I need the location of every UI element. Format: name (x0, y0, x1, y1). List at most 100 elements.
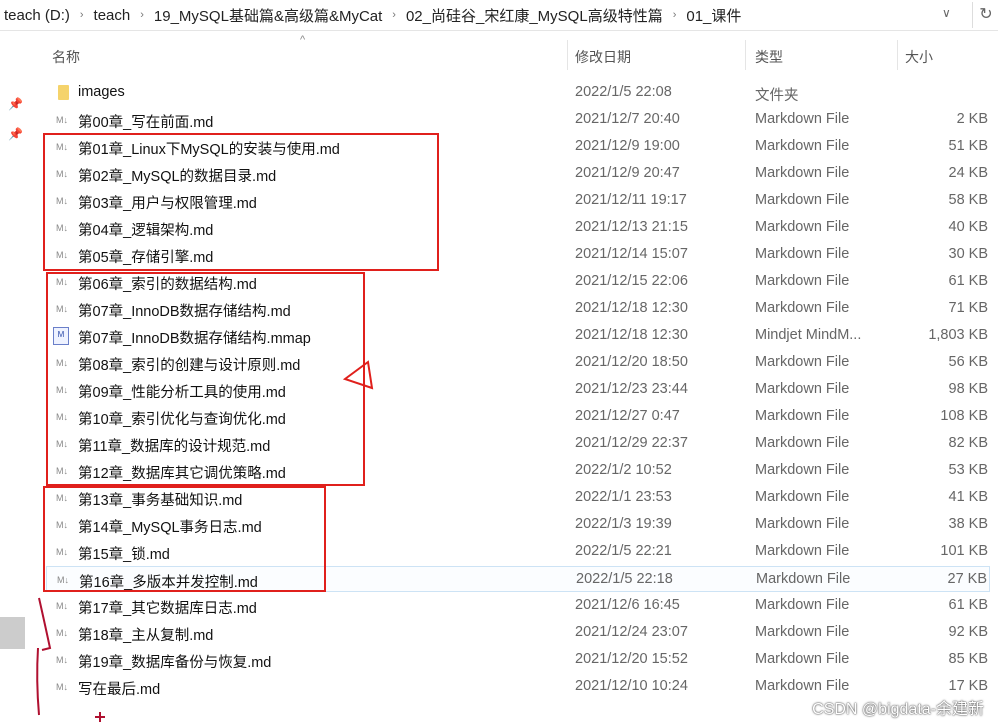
column-type[interactable]: 类型 (755, 47, 783, 67)
markdown-icon: M↓ (56, 358, 68, 368)
markdown-icon: M↓ (56, 115, 68, 125)
file-date: 2021/12/9 20:47 (575, 165, 680, 181)
file-size: 92 KB (948, 624, 989, 640)
file-type: Markdown File (755, 516, 850, 532)
file-row[interactable]: M↓ 第18章_主从复制.md 2021/12/24 23:07 Markdow… (46, 620, 990, 646)
breadcrumb-separator-icon[interactable]: › (667, 9, 683, 21)
file-size: 17 KB (948, 678, 989, 694)
markdown-icon: M↓ (56, 493, 68, 503)
file-name: 第11章_数据库的设计规范.md (78, 439, 271, 455)
file-date: 2021/12/11 19:17 (575, 192, 687, 208)
file-name: 第12章_数据库其它调优策略.md (78, 466, 286, 482)
breadcrumb-item[interactable]: teach (90, 7, 135, 24)
file-row[interactable]: M↓ 第10章_索引优化与查询优化.md 2021/12/27 0:47 Mar… (46, 404, 990, 430)
file-row[interactable]: M↓ 第14章_MySQL事务日志.md 2022/1/3 19:39 Mark… (46, 512, 990, 538)
file-row[interactable]: M↓ 第12章_数据库其它调优策略.md 2022/1/2 10:52 Mark… (46, 458, 990, 484)
breadcrumb-item[interactable]: 02_尚硅谷_宋红康_MySQL高级特性篇 (402, 5, 667, 26)
breadcrumb-item[interactable]: 01_课件 (682, 5, 745, 26)
file-type: Markdown File (755, 597, 850, 613)
markdown-icon: M↓ (56, 277, 68, 287)
file-name: 第09章_性能分析工具的使用.md (78, 385, 286, 401)
file-type: Markdown File (755, 489, 850, 505)
file-date: 2021/12/18 12:30 (575, 300, 688, 316)
file-type: Markdown File (755, 408, 850, 424)
chevron-down-icon[interactable]: ∨ (942, 6, 951, 20)
file-row[interactable]: M 第07章_InnoDB数据存储结构.mmap 2021/12/18 12:3… (46, 323, 990, 349)
file-date: 2021/12/15 22:06 (575, 273, 688, 289)
file-row[interactable]: M↓ 第05章_存储引擎.md 2021/12/14 15:07 Markdow… (46, 242, 990, 268)
markdown-icon: M↓ (56, 304, 68, 314)
column-size[interactable]: 大小 (905, 47, 933, 67)
file-row[interactable]: M↓ 第15章_锁.md 2022/1/5 22:21 Markdown Fil… (46, 539, 990, 565)
markdown-icon: M↓ (56, 223, 68, 233)
column-date[interactable]: 修改日期 (575, 47, 631, 67)
file-row[interactable]: M↓ 第07章_InnoDB数据存储结构.md 2021/12/18 12:30… (46, 296, 990, 322)
pin-icon[interactable]: 📌 (8, 127, 23, 141)
file-name: 第05章_存储引擎.md (78, 250, 214, 266)
breadcrumb-separator-icon[interactable]: › (74, 9, 90, 21)
file-size: 98 KB (948, 381, 989, 397)
markdown-icon: M↓ (56, 628, 68, 638)
file-name: 写在最后.md (78, 682, 161, 698)
file-row[interactable]: M↓ 第02章_MySQL的数据目录.md 2021/12/9 20:47 Ma… (46, 161, 990, 187)
breadcrumb-separator-icon[interactable]: › (386, 9, 402, 21)
file-date: 2021/12/9 19:00 (575, 138, 680, 154)
file-name: 第19章_数据库备份与恢复.md (78, 655, 272, 671)
mindmap-icon: M (53, 327, 69, 345)
file-size: 40 KB (948, 219, 989, 235)
pin-icon[interactable]: 📌 (8, 97, 23, 111)
file-type: Markdown File (755, 165, 850, 181)
file-row[interactable]: M↓ 第17章_其它数据库日志.md 2021/12/6 16:45 Markd… (46, 593, 990, 619)
file-name: 第15章_锁.md (78, 547, 170, 563)
markdown-icon: M↓ (56, 439, 68, 449)
file-name: 第00章_写在前面.md (78, 115, 214, 131)
file-type: Markdown File (755, 300, 850, 316)
file-name: 第07章_InnoDB数据存储结构.mmap (78, 331, 311, 347)
file-type: Markdown File (755, 651, 850, 667)
nav-pane-selection[interactable] (0, 617, 25, 649)
breadcrumb-separator-icon[interactable]: › (134, 9, 150, 21)
file-row[interactable]: M↓ 第04章_逻辑架构.md 2021/12/13 21:15 Markdow… (46, 215, 990, 241)
file-size: 82 KB (948, 435, 989, 451)
breadcrumb-item[interactable]: teach (D:) (0, 7, 74, 24)
file-row[interactable]: M↓ 第19章_数据库备份与恢复.md 2021/12/20 15:52 Mar… (46, 647, 990, 673)
column-name[interactable]: 名称 (52, 47, 80, 67)
file-row[interactable]: M↓ 第00章_写在前面.md 2021/12/7 20:40 Markdown… (46, 107, 990, 133)
breadcrumb-item[interactable]: 19_MySQL基础篇&高级篇&MyCat (150, 5, 386, 26)
file-size: 30 KB (948, 246, 989, 262)
file-size: 101 KB (940, 543, 988, 559)
file-row[interactable]: M↓ 第06章_索引的数据结构.md 2021/12/15 22:06 Mark… (46, 269, 990, 295)
refresh-icon[interactable]: ↻ (972, 2, 998, 28)
file-date: 2021/12/29 22:37 (575, 435, 688, 451)
file-name: 第01章_Linux下MySQL的安装与使用.md (78, 142, 340, 158)
file-date: 2021/12/13 21:15 (575, 219, 688, 235)
file-size: 56 KB (948, 354, 989, 370)
file-date: 2022/1/2 10:52 (575, 462, 672, 478)
file-row[interactable]: M↓ 第01章_Linux下MySQL的安装与使用.md 2021/12/9 1… (46, 134, 990, 160)
address-bar[interactable]: teach (D:) › teach › 19_MySQL基础篇&高级篇&MyCat › 0… (0, 0, 998, 31)
file-name: 第08章_索引的创建与设计原则.md (78, 358, 301, 374)
file-row[interactable]: M↓ 第08章_索引的创建与设计原则.md 2021/12/20 18:50 M… (46, 350, 990, 376)
file-date: 2021/12/20 15:52 (575, 651, 688, 667)
file-date: 2021/12/18 12:30 (575, 327, 688, 343)
file-type: Markdown File (756, 571, 851, 587)
file-date: 2021/12/7 20:40 (575, 111, 680, 127)
file-name: 第17章_其它数据库日志.md (78, 601, 257, 617)
file-type: Markdown File (755, 138, 850, 154)
file-row[interactable]: images 2022/1/5 22:08 文件夹 (46, 80, 990, 106)
markdown-icon: M↓ (56, 466, 68, 476)
file-type: Markdown File (755, 462, 850, 478)
file-size: 51 KB (948, 138, 989, 154)
markdown-icon: M↓ (56, 250, 68, 260)
file-name: 第03章_用户与权限管理.md (78, 196, 257, 212)
file-date: 2021/12/27 0:47 (575, 408, 680, 424)
file-row[interactable]: M↓ 第09章_性能分析工具的使用.md 2021/12/23 23:44 Ma… (46, 377, 990, 403)
file-name: 第13章_事务基础知识.md (78, 493, 243, 509)
file-row[interactable]: M↓ 第03章_用户与权限管理.md 2021/12/11 19:17 Mark… (46, 188, 990, 214)
file-row[interactable]: M↓ 第13章_事务基础知识.md 2022/1/1 23:53 Markdow… (46, 485, 990, 511)
markdown-icon: M↓ (56, 169, 68, 179)
file-name: 第10章_索引优化与查询优化.md (78, 412, 286, 428)
file-row[interactable]: M↓ 第11章_数据库的设计规范.md 2021/12/29 22:37 Mar… (46, 431, 990, 457)
file-type: Markdown File (755, 111, 850, 127)
file-row[interactable]: M↓ 第16章_多版本并发控制.md 2022/1/5 22:18 Markdo… (46, 566, 990, 592)
